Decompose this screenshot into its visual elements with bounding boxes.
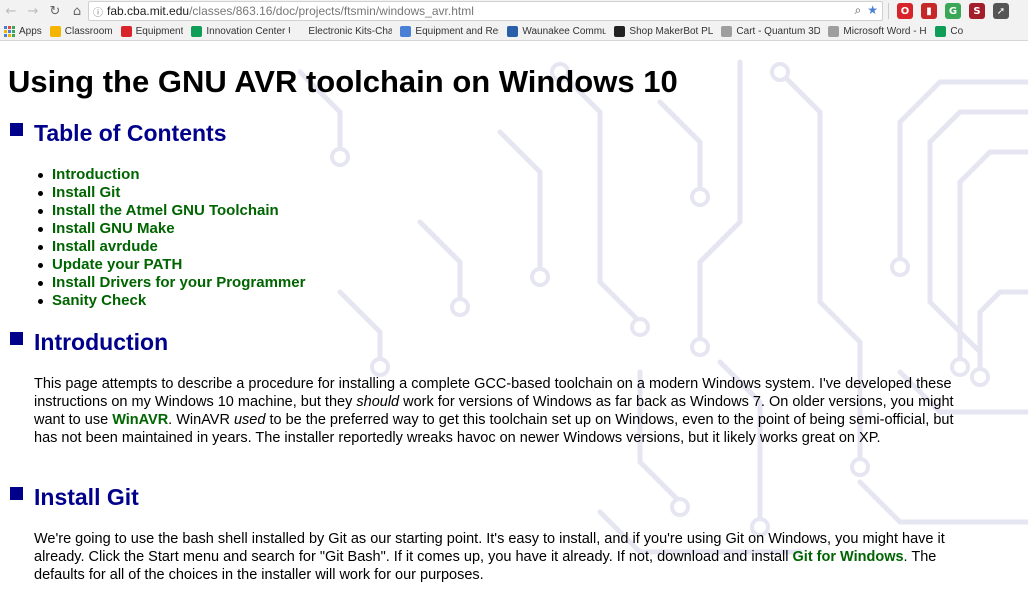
forward-arrow-icon[interactable]: → <box>22 0 44 22</box>
bookmark-item[interactable]: Cart - Quantum 3D Pr <box>721 25 821 37</box>
bookmark-item[interactable]: Innovation Center Usa <box>191 25 290 37</box>
bookmark-label: Co <box>950 25 964 37</box>
school-icon <box>507 25 519 37</box>
toc-item: Update your PATH <box>37 256 305 274</box>
page-icon <box>828 25 840 37</box>
git-paragraph: We're going to use the bash shell instal… <box>34 530 964 584</box>
bookmarks-bar: Apps Classroom Equipment Innovation Center … <box>0 22 1028 41</box>
bookmark-item[interactable]: Shop MakerBot PLA F <box>614 25 714 37</box>
bookmark-label: Innovation Center Usa <box>206 25 290 37</box>
toolbar-separator <box>888 3 889 19</box>
toc-link[interactable]: Sanity Check <box>52 292 146 309</box>
toc-item: Install the Atmel GNU Toolchain <box>37 202 305 220</box>
sheets-icon <box>191 25 203 37</box>
bookmark-label: Equipment <box>135 25 184 37</box>
toc-link[interactable]: Install Git <box>52 184 120 201</box>
reload-icon[interactable]: ↻ <box>44 0 66 22</box>
git-for-windows-link[interactable]: Git for Windows <box>793 549 904 565</box>
square-bullet-icon <box>10 332 23 345</box>
bookmark-item[interactable]: Waunakee Communit <box>507 25 606 37</box>
toc-link[interactable]: Install Drivers for your Programmer <box>52 274 305 291</box>
bookmark-label: Cart - Quantum 3D Pr <box>736 25 821 37</box>
git-section-header: Install Git <box>10 484 139 511</box>
bookmark-label: Microsoft Word - High <box>843 25 927 37</box>
toc-item: Install GNU Make <box>37 220 305 238</box>
zoom-icon[interactable]: ⌕ <box>855 3 862 18</box>
toc-link[interactable]: Introduction <box>52 166 139 183</box>
url-host: fab.cba.mit.edu <box>107 4 190 18</box>
toc-link[interactable]: Update your PATH <box>52 256 182 273</box>
intro-emphasis-should: should <box>356 394 400 410</box>
opera-ext-icon[interactable]: O <box>897 3 913 19</box>
toc-item: Install avrdude <box>37 238 305 256</box>
docs-icon <box>400 25 412 37</box>
bookmark-item[interactable]: Classroom <box>49 25 113 37</box>
back-arrow-icon[interactable]: ← <box>0 0 22 22</box>
bookmark-item[interactable]: Co <box>935 25 964 37</box>
intro-emphasis-used: used <box>233 412 266 428</box>
git-heading: Install Git <box>34 484 139 510</box>
red-ext-icon[interactable]: ▮ <box>921 3 937 19</box>
winavr-link[interactable]: WinAVR <box>112 412 168 428</box>
address-bar[interactable]: ⓘ fab.cba.mit.edu/classes/863.16/doc/pro… <box>88 1 883 21</box>
s-ext-icon[interactable]: S <box>969 3 985 19</box>
extensions-bar: O ▮ G S ➚ <box>888 1 1009 21</box>
bookmark-item[interactable]: Equipment and Resou <box>400 25 499 37</box>
bookmark-item[interactable]: Electronic Kits-Chaney <box>308 26 392 37</box>
toc-section-header: Table of Contents <box>10 120 227 147</box>
bookmark-star-icon[interactable]: ★ <box>867 3 878 18</box>
bookmark-label: Equipment and Resou <box>415 25 499 37</box>
no-entry-icon <box>120 25 132 37</box>
toc-item: Install Git <box>37 184 305 202</box>
home-icon[interactable]: ⌂ <box>66 0 88 22</box>
toc-link[interactable]: Install the Atmel GNU Toolchain <box>52 202 279 219</box>
classroom-icon <box>49 25 61 37</box>
bookmark-label: Apps <box>19 25 42 37</box>
bookmark-label: Shop MakerBot PLA F <box>629 25 714 37</box>
intro-text-3: . WinAVR <box>168 412 234 428</box>
toc-item: Sanity Check <box>37 292 305 310</box>
rocket-ext-icon[interactable]: ➚ <box>993 3 1009 19</box>
toc-item: Install Drivers for your Programmer <box>37 274 305 292</box>
bookmark-label: Classroom <box>64 25 113 37</box>
sheets-icon <box>935 25 947 37</box>
intro-heading: Introduction <box>34 329 169 355</box>
intro-paragraph: This page attempts to describe a procedu… <box>34 375 964 447</box>
toc-item: Introduction <box>37 166 305 184</box>
table-of-contents: Introduction Install Git Install the Atmel… <box>37 166 305 310</box>
bookmark-item[interactable]: Equipment <box>120 25 184 37</box>
browser-toolbar: ← → ↻ ⌂ ⓘ fab.cba.mit.edu/classes/863.16… <box>0 0 1028 22</box>
square-bullet-icon <box>10 123 23 136</box>
bookmark-item[interactable]: Microsoft Word - High <box>828 25 927 37</box>
toc-heading: Table of Contents <box>34 120 227 146</box>
url-text[interactable]: fab.cba.mit.edu/classes/863.16/doc/proje… <box>107 4 474 18</box>
bookmark-label: Waunakee Communit <box>522 25 606 37</box>
evernote-ext-icon[interactable]: G <box>945 3 961 19</box>
page-icon <box>721 25 733 37</box>
bookmark-label: Electronic Kits-Chaney <box>308 25 393 37</box>
apps-grid-icon <box>4 25 15 37</box>
page-title: Using the GNU AVR toolchain on Windows 1… <box>8 64 678 99</box>
makerbot-icon <box>614 25 626 37</box>
info-icon[interactable]: ⓘ <box>89 4 107 19</box>
intro-section-header: Introduction <box>10 329 168 356</box>
url-path: /classes/863.16/doc/projects/ftsmin/wind… <box>189 4 474 18</box>
page-viewport[interactable]: Using the GNU AVR toolchain on Windows 1… <box>0 42 1028 600</box>
toc-link[interactable]: Install avrdude <box>52 238 158 255</box>
toc-link[interactable]: Install GNU Make <box>52 220 175 237</box>
square-bullet-icon <box>10 487 23 500</box>
bookmark-item[interactable]: Apps <box>4 25 42 37</box>
